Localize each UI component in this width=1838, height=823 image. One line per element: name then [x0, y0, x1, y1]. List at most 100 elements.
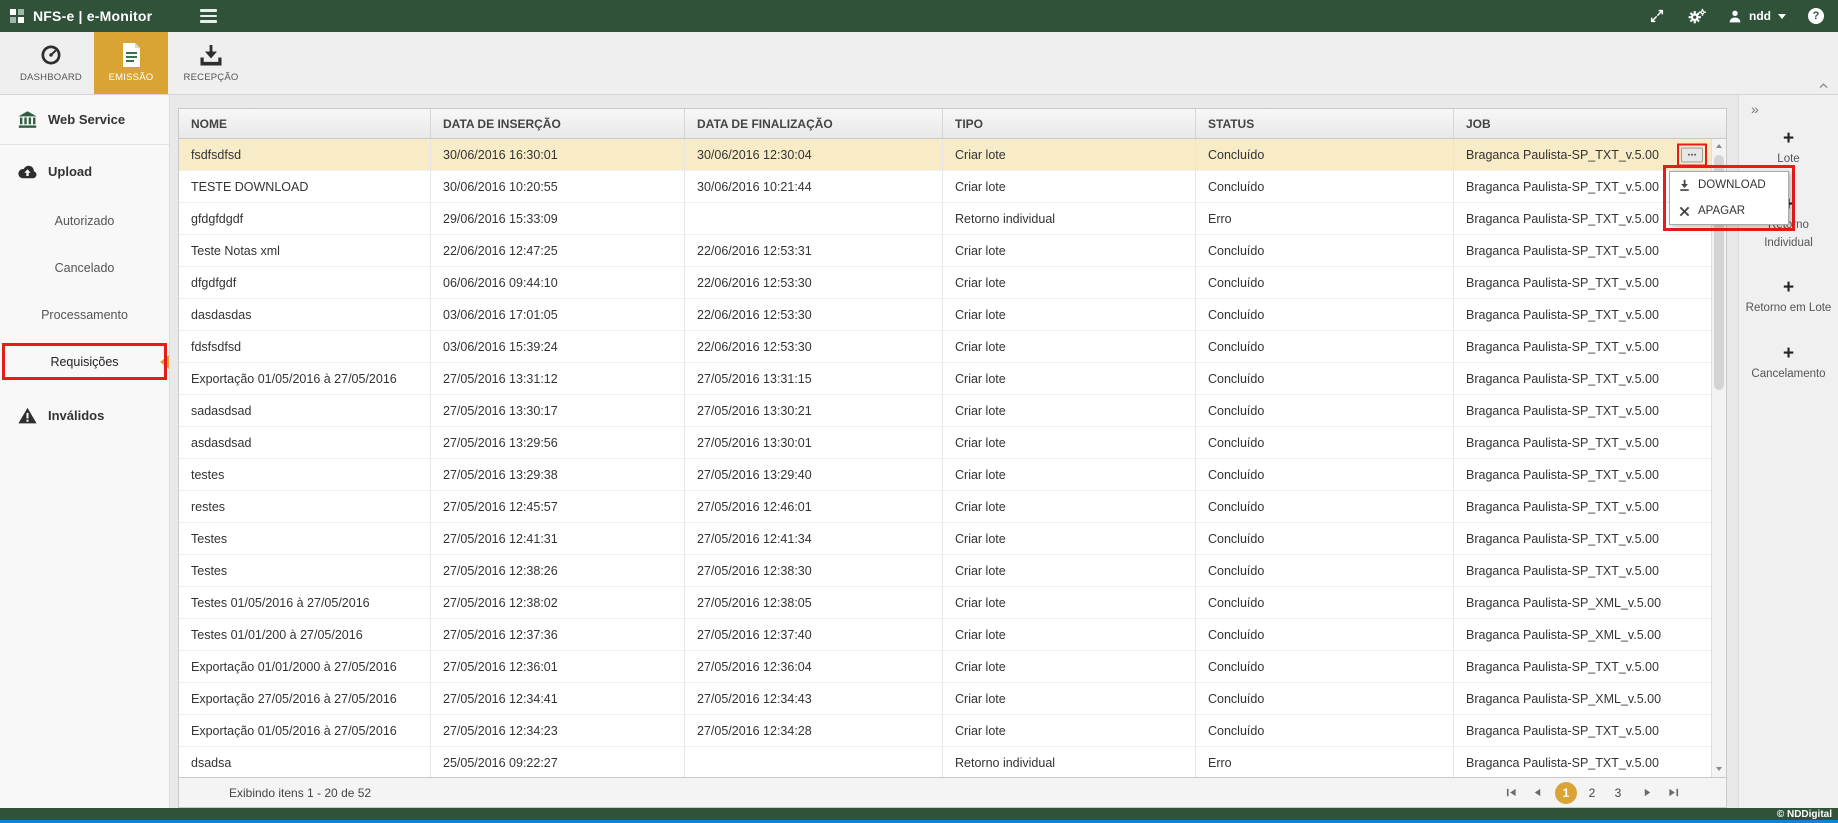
help-icon[interactable] [1808, 8, 1824, 24]
tab-dashboard[interactable]: DASHBOARD [14, 32, 88, 94]
cell-text: 25/05/2016 09:22:27 [443, 756, 558, 770]
page-button-1[interactable]: 1 [1555, 782, 1577, 804]
tab-recepcao[interactable]: RECEPÇÃO [174, 32, 248, 94]
column-header[interactable]: STATUS [1196, 109, 1454, 138]
table-row[interactable]: Exportação 01/01/2000 à 27/05/2016 27/05/… [179, 651, 1711, 683]
cell-text: sadasdsad [191, 404, 251, 418]
create-retorno-em-lote-button[interactable]: +Retorno em Lote [1743, 278, 1835, 318]
annotation-row-menu: ... [1677, 143, 1707, 166]
create-lote-button[interactable]: +Lote [1743, 129, 1835, 169]
column-header[interactable]: JOB [1454, 109, 1726, 138]
column-header[interactable]: DATA DE INSERÇÃO [431, 109, 685, 138]
table-row[interactable]: dasdasdas03/06/2016 17:01:0522/06/2016 1… [179, 299, 1711, 331]
column-header[interactable]: TIPO [943, 109, 1196, 138]
pagination: 123 [1503, 782, 1681, 804]
cell-text: Concluído [1208, 628, 1264, 642]
table-row[interactable]: Testes 01/05/2016 à 27/05/201627/05/2016… [179, 587, 1711, 619]
cell-finalizacao: 27/05/2016 12:37:40 [685, 619, 943, 650]
scroll-down-icon[interactable] [1712, 762, 1726, 777]
user-menu[interactable]: ndd [1728, 9, 1786, 24]
cell-text: 27/05/2016 12:41:34 [697, 532, 812, 546]
table-row[interactable]: dfgdfgdf06/06/2016 09:44:1022/06/2016 12… [179, 267, 1711, 299]
column-header[interactable]: NOME [179, 109, 431, 138]
tab-emissao[interactable]: EMISSÃO [94, 32, 168, 94]
cell-text: Braganca Paulista-SP_TXT_v.5.00 [1466, 436, 1659, 450]
cell-text: Concluído [1208, 404, 1264, 418]
table-row[interactable]: Exportação 27/05/2016 à 27/05/201627/05/… [179, 683, 1711, 715]
page-numbers: 123 [1555, 782, 1629, 804]
table-row[interactable]: Testes27/05/2016 12:41:3127/05/2016 12:4… [179, 523, 1711, 555]
last-page-button[interactable] [1665, 785, 1681, 801]
table-row[interactable]: TESTE DOWNLOAD30/06/2016 10:20:5530/06/2… [179, 171, 1711, 203]
cell-text: restes [191, 500, 225, 514]
download-tray-icon [199, 44, 223, 67]
page-button-2[interactable]: 2 [1581, 782, 1603, 804]
menu-item-apagar[interactable]: APAGAR [1670, 198, 1788, 224]
cell-name: restes [179, 491, 431, 522]
table-row[interactable]: Testes 01/01/200 à 27/05/201627/05/2016 … [179, 619, 1711, 651]
table-row[interactable]: Testes27/05/2016 12:38:2627/05/2016 12:3… [179, 555, 1711, 587]
action-label: Retorno em Lote [1746, 300, 1832, 318]
table-row[interactable]: dsadsa25/05/2016 09:22:27Retorno individ… [179, 747, 1711, 777]
hamburger-menu-icon[interactable] [196, 5, 221, 26]
cell-text: Braganca Paulista-SP_TXT_v.5.00 [1466, 212, 1659, 226]
cell-status: Concluído [1196, 171, 1454, 202]
table-row[interactable]: restes27/05/2016 12:45:5727/05/2016 12:4… [179, 491, 1711, 523]
sidebar-item-upload[interactable]: Upload [0, 145, 169, 197]
cell-text: 27/05/2016 13:31:12 [443, 372, 558, 386]
cell-status: Concluído [1196, 331, 1454, 362]
table-row[interactable]: testes27/05/2016 13:29:3827/05/2016 13:2… [179, 459, 1711, 491]
table-row[interactable]: sadasdsad27/05/2016 13:30:1727/05/2016 1… [179, 395, 1711, 427]
cell-name: testes [179, 459, 431, 490]
menu-item-download[interactable]: DOWNLOAD [1670, 172, 1788, 198]
cell-text: Braganca Paulista-SP_TXT_v.5.00 [1466, 244, 1659, 258]
sidebar-item-invalidos[interactable]: Inválidos [0, 391, 169, 439]
sidebar-item-autorizado[interactable]: Autorizado [0, 197, 169, 244]
cell-insercao: 27/05/2016 13:29:56 [431, 427, 685, 458]
context-menu: DOWNLOADAPAGAR [1669, 171, 1789, 225]
actions-list: +Lote+Retorno Individual+Retorno em Lote… [1739, 95, 1838, 384]
table-body: fsdfsdfsd30/06/2016 16:30:0130/06/2016 1… [179, 139, 1726, 777]
cell-finalizacao: 27/05/2016 12:36:04 [685, 651, 943, 682]
table-row[interactable]: gfdgfdgdf29/06/2016 15:33:09Retorno indi… [179, 203, 1711, 235]
sidebar-item-processamento[interactable]: Processamento [0, 291, 169, 338]
fullscreen-icon[interactable] [1649, 8, 1665, 24]
table-row[interactable]: asdasdsad27/05/2016 13:29:5627/05/2016 1… [179, 427, 1711, 459]
cell-name: gfdgfdgdf [179, 203, 431, 234]
cell-text: Braganca Paulista-SP_TXT_v.5.00 [1466, 308, 1659, 322]
cell-insercao: 27/05/2016 12:34:41 [431, 683, 685, 714]
cell-text: Teste Notas xml [191, 244, 280, 258]
cell-finalizacao: 27/05/2016 12:38:30 [685, 555, 943, 586]
cell-finalizacao: 27/05/2016 12:34:28 [685, 715, 943, 746]
cell-text: 27/05/2016 12:36:04 [697, 660, 812, 674]
cell-text: Exportação 01/01/2000 à 27/05/2016 [191, 660, 397, 674]
cell-status: Concluído [1196, 395, 1454, 426]
first-page-button[interactable] [1503, 785, 1519, 801]
collapse-toolbar-icon[interactable] [1818, 81, 1829, 89]
table-row[interactable]: Teste Notas xml22/06/2016 12:47:2522/06/… [179, 235, 1711, 267]
cell-text: 27/05/2016 12:34:28 [697, 724, 812, 738]
sidebar-item-requisicoes[interactable]: Requisições [0, 338, 169, 385]
module-toolbar: DASHBOARDEMISSÃORECEPÇÃO [0, 32, 1838, 95]
sidebar-item-web-service[interactable]: Web Service [0, 95, 169, 145]
cell-status: Concluído [1196, 619, 1454, 650]
next-page-button[interactable] [1639, 785, 1655, 801]
table-row[interactable]: fsdfsdfsd30/06/2016 16:30:0130/06/2016 1… [179, 139, 1711, 171]
cell-insercao: 27/05/2016 12:37:36 [431, 619, 685, 650]
vertical-scrollbar[interactable] [1711, 139, 1726, 777]
table-row[interactable]: Exportação 01/05/2016 à 27/05/201627/05/… [179, 363, 1711, 395]
cell-name: fdsfsdfsd [179, 331, 431, 362]
page-button-3[interactable]: 3 [1607, 782, 1629, 804]
settings-gear-icon[interactable] [1687, 8, 1706, 25]
row-actions-button[interactable]: ... [1681, 147, 1703, 162]
cell-text: dasdasdas [191, 308, 251, 322]
cell-text: 27/05/2016 12:36:01 [443, 660, 558, 674]
column-header[interactable]: DATA DE FINALIZAÇÃO [685, 109, 943, 138]
table-row[interactable]: Exportação 01/05/2016 à 27/05/201627/05/… [179, 715, 1711, 747]
table-row[interactable]: fdsfsdfsd03/06/2016 15:39:2422/06/2016 1… [179, 331, 1711, 363]
prev-page-button[interactable] [1529, 785, 1545, 801]
sidebar-item-cancelado[interactable]: Cancelado [0, 244, 169, 291]
create-cancelamento-button[interactable]: +Cancelamento [1743, 344, 1835, 384]
collapse-panel-icon[interactable]: » [1751, 101, 1759, 117]
topbar-actions: ndd [1649, 8, 1838, 25]
